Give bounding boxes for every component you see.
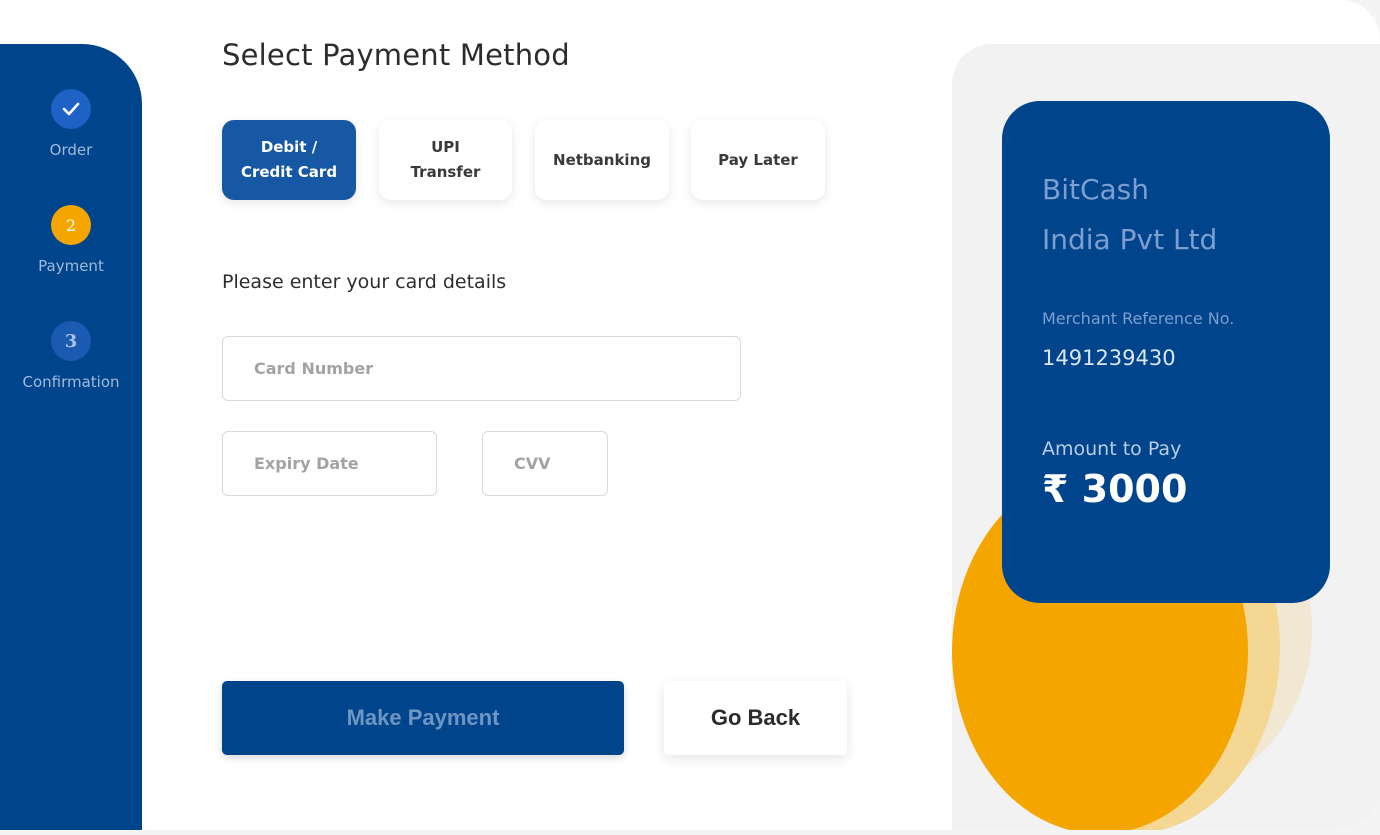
tab-upi-transfer[interactable]: UPI Transfer <box>379 120 512 200</box>
amount-value: ₹ 3000 <box>1042 467 1188 511</box>
step-order: Order <box>0 89 142 159</box>
tab-netbanking[interactable]: Netbanking <box>535 120 669 200</box>
progress-stepper: Order 2 Payment 3 Confirmation <box>0 44 142 830</box>
page-title: Select Payment Method <box>222 38 570 72</box>
step-label: Confirmation <box>22 373 120 391</box>
merchant-name-line2: India Pvt Ltd <box>1042 223 1218 256</box>
tab-label-line2: Credit Card <box>240 163 338 181</box>
check-icon <box>51 89 91 129</box>
merchant-reference-value: 1491239430 <box>1042 346 1176 370</box>
tab-label-line1: UPI <box>431 138 460 156</box>
expiry-date-input[interactable] <box>222 431 437 496</box>
amount-label: Amount to Pay <box>1042 438 1182 460</box>
tab-label-line1: Debit / <box>260 138 318 156</box>
payment-page: Order 2 Payment 3 Confirmation Select Pa… <box>0 0 1380 830</box>
step-confirmation: 3 Confirmation <box>0 321 142 391</box>
step-label: Order <box>49 141 93 159</box>
merchant-summary-card: BitCash India Pvt Ltd Merchant Reference… <box>1002 101 1330 603</box>
step-number: 2 <box>51 205 91 245</box>
step-payment: 2 Payment <box>0 205 142 275</box>
tab-label-line2: Transfer <box>410 163 481 181</box>
step-label: Payment <box>38 257 104 275</box>
merchant-name-line1: BitCash <box>1042 173 1150 206</box>
make-payment-button[interactable]: Make Payment <box>222 681 624 755</box>
go-back-button[interactable]: Go Back <box>664 681 847 755</box>
tab-pay-later[interactable]: Pay Later <box>691 120 825 200</box>
tab-debit-credit-card[interactable]: Debit / Credit Card <box>222 120 356 200</box>
tab-label: Pay Later <box>718 150 798 169</box>
cvv-input[interactable] <box>482 431 608 496</box>
card-details-instructions: Please enter your card details <box>222 271 507 293</box>
card-number-input[interactable] <box>222 336 741 401</box>
merchant-reference-label: Merchant Reference No. <box>1042 309 1235 328</box>
step-number: 3 <box>51 321 91 361</box>
merchant-name: BitCash India Pvt Ltd <box>1042 165 1302 265</box>
tab-label: Netbanking <box>553 150 651 169</box>
